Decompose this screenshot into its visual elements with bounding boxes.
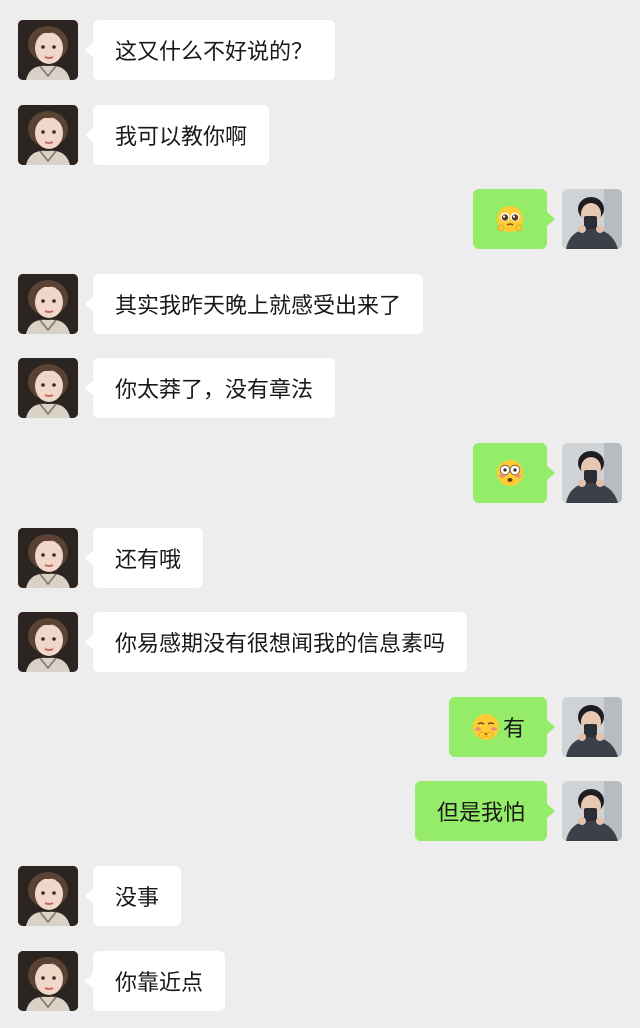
message-text: 其实我昨天晚上就感受出来了: [115, 294, 402, 319]
message-bubble[interactable]: 你太莽了，没有章法: [84, 358, 336, 418]
message-bubble[interactable]: 还有哦: [84, 528, 204, 588]
girl-avatar[interactable]: [18, 20, 78, 80]
chat-message: [0, 188, 640, 250]
message-text: 但是我怕: [436, 801, 525, 826]
shy-face-emoji-icon: [471, 712, 501, 742]
boy-avatar[interactable]: [562, 443, 622, 503]
message-bubble[interactable]: 但是我怕: [414, 781, 556, 841]
message-text: 没事: [115, 886, 160, 911]
chat-message: 没事: [0, 865, 640, 927]
girl-avatar[interactable]: [18, 528, 78, 588]
message-bubble[interactable]: 没事: [84, 866, 182, 926]
girl-avatar[interactable]: [18, 105, 78, 165]
boy-avatar[interactable]: [562, 781, 622, 841]
message-text: 我可以教你啊: [115, 125, 248, 150]
girl-avatar[interactable]: [18, 951, 78, 1011]
chat-message: 你靠近点: [0, 950, 640, 1012]
message-text: 有: [502, 717, 525, 742]
message-bubble[interactable]: 你易感期没有很想闻我的信息素吗: [84, 612, 468, 672]
message-bubble[interactable]: 你靠近点: [84, 951, 226, 1011]
message-text: 你太莽了，没有章法: [115, 378, 314, 403]
message-text: 还有哦: [115, 548, 182, 573]
chat-message: 其实我昨天晚上就感受出来了: [0, 273, 640, 335]
chat-message: 但是我怕: [0, 780, 640, 842]
pleading-face-emoji-icon: [495, 204, 525, 234]
chat-message: [0, 442, 640, 504]
girl-avatar[interactable]: [18, 358, 78, 418]
message-bubble[interactable]: 其实我昨天晚上就感受出来了: [84, 274, 424, 334]
chat-message: 这又什么不好说的？: [0, 19, 640, 81]
chat-message: 我可以教你啊: [0, 104, 640, 166]
boy-avatar[interactable]: [562, 189, 622, 249]
message-bubble[interactable]: [473, 189, 555, 249]
message-text: 你靠近点: [115, 971, 204, 996]
girl-avatar[interactable]: [18, 612, 78, 672]
chat-message: 有: [0, 696, 640, 758]
message-bubble[interactable]: [473, 443, 555, 503]
message-bubble[interactable]: 这又什么不好说的？: [84, 20, 336, 80]
boy-avatar[interactable]: [562, 697, 622, 757]
chat-message: 还有哦: [0, 527, 640, 589]
message-text: 你易感期没有很想闻我的信息素吗: [115, 632, 446, 657]
chat-message: 你太莽了，没有章法: [0, 357, 640, 419]
girl-avatar[interactable]: [18, 274, 78, 334]
flushed-face-emoji-icon: [495, 458, 525, 488]
message-text: 这又什么不好说的？: [115, 40, 314, 65]
chat-message: 你易感期没有很想闻我的信息素吗: [0, 611, 640, 673]
message-bubble[interactable]: 有: [448, 697, 556, 757]
girl-avatar[interactable]: [18, 866, 78, 926]
message-bubble[interactable]: 我可以教你啊: [84, 105, 270, 165]
